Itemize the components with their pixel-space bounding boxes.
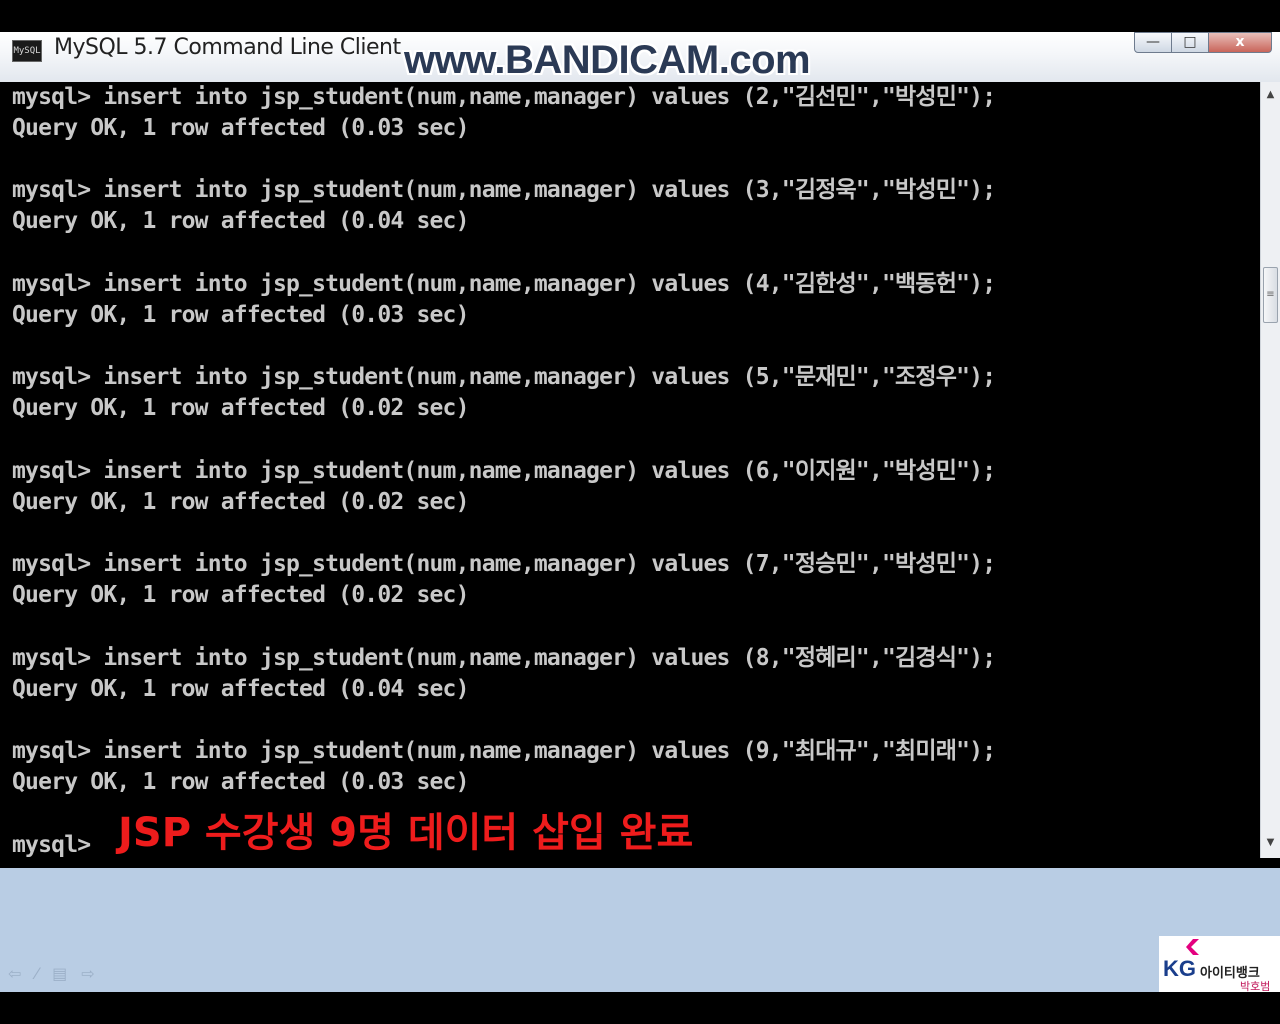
slide-menu-icon[interactable]: ▤ (52, 964, 67, 983)
console-line: mysql> insert into jsp_student(num,name,… (12, 271, 996, 297)
console-line: mysql> insert into jsp_student(num,name,… (12, 177, 996, 203)
slide-background: ⇦ ⁄ ▤ ⇨ (0, 868, 1280, 992)
console-line: Query OK, 1 row affected (0.02 sec) (12, 489, 469, 515)
console-line: mysql> insert into jsp_student(num,name,… (12, 645, 996, 671)
console-line: Query OK, 1 row affected (0.03 sec) (12, 769, 469, 795)
pen-tool-icon[interactable]: ⁄ (35, 964, 38, 983)
slide-navigation: ⇦ ⁄ ▤ ⇨ (8, 964, 95, 983)
kg-itbank-logo: KG 아이티뱅크 박호범 (1159, 936, 1280, 993)
previous-slide-icon[interactable]: ⇦ (8, 964, 21, 983)
scroll-down-arrow-icon[interactable]: ▼ (1261, 834, 1280, 852)
console-line: mysql> insert into jsp_student(num,name,… (12, 551, 996, 577)
close-button[interactable]: x (1208, 32, 1272, 53)
window-title: MySQL 5.7 Command Line Client (54, 35, 401, 60)
console-output[interactable]: mysql> insert into jsp_student(num,name,… (8, 82, 1260, 858)
kg-logo-text: KG (1163, 956, 1196, 981)
title-bar: MySQL MySQL 5.7 Command Line Client www.… (0, 32, 1280, 82)
console-prompt[interactable]: mysql> (12, 830, 91, 858)
console-line: mysql> insert into jsp_student(num,name,… (12, 738, 996, 764)
slide-caption: JSP 수강생 9명 데이터 삽입 완료 (118, 810, 694, 856)
vertical-scrollbar[interactable]: ▲ ≡ ▼ (1260, 82, 1280, 858)
console-line: mysql> insert into jsp_student(num,name,… (12, 458, 996, 484)
scrollbar-thumb[interactable]: ≡ (1263, 267, 1278, 323)
console-line: Query OK, 1 row affected (0.03 sec) (12, 302, 469, 328)
console-line: Query OK, 1 row affected (0.02 sec) (12, 395, 469, 421)
console-line: mysql> insert into jsp_student(num,name,… (12, 84, 996, 110)
kg-logo-mark-icon (1186, 939, 1199, 955)
mysql-app-icon[interactable]: MySQL (12, 40, 42, 62)
maximize-button[interactable]: □ (1171, 32, 1209, 53)
console-line: Query OK, 1 row affected (0.03 sec) (12, 115, 469, 141)
minimize-button[interactable]: — (1134, 32, 1172, 53)
scroll-up-arrow-icon[interactable]: ▲ (1261, 86, 1280, 104)
window-controls: — □ x (1134, 32, 1272, 54)
console-line: mysql> insert into jsp_student(num,name,… (12, 364, 996, 390)
bandicam-watermark: www.BANDICAM.com (404, 38, 811, 82)
logo-author-name: 박호범 (1240, 980, 1271, 993)
console-line: Query OK, 1 row affected (0.02 sec) (12, 582, 469, 608)
console-line: Query OK, 1 row affected (0.04 sec) (12, 676, 469, 702)
next-slide-icon[interactable]: ⇨ (81, 964, 94, 983)
console-line: Query OK, 1 row affected (0.04 sec) (12, 208, 469, 234)
